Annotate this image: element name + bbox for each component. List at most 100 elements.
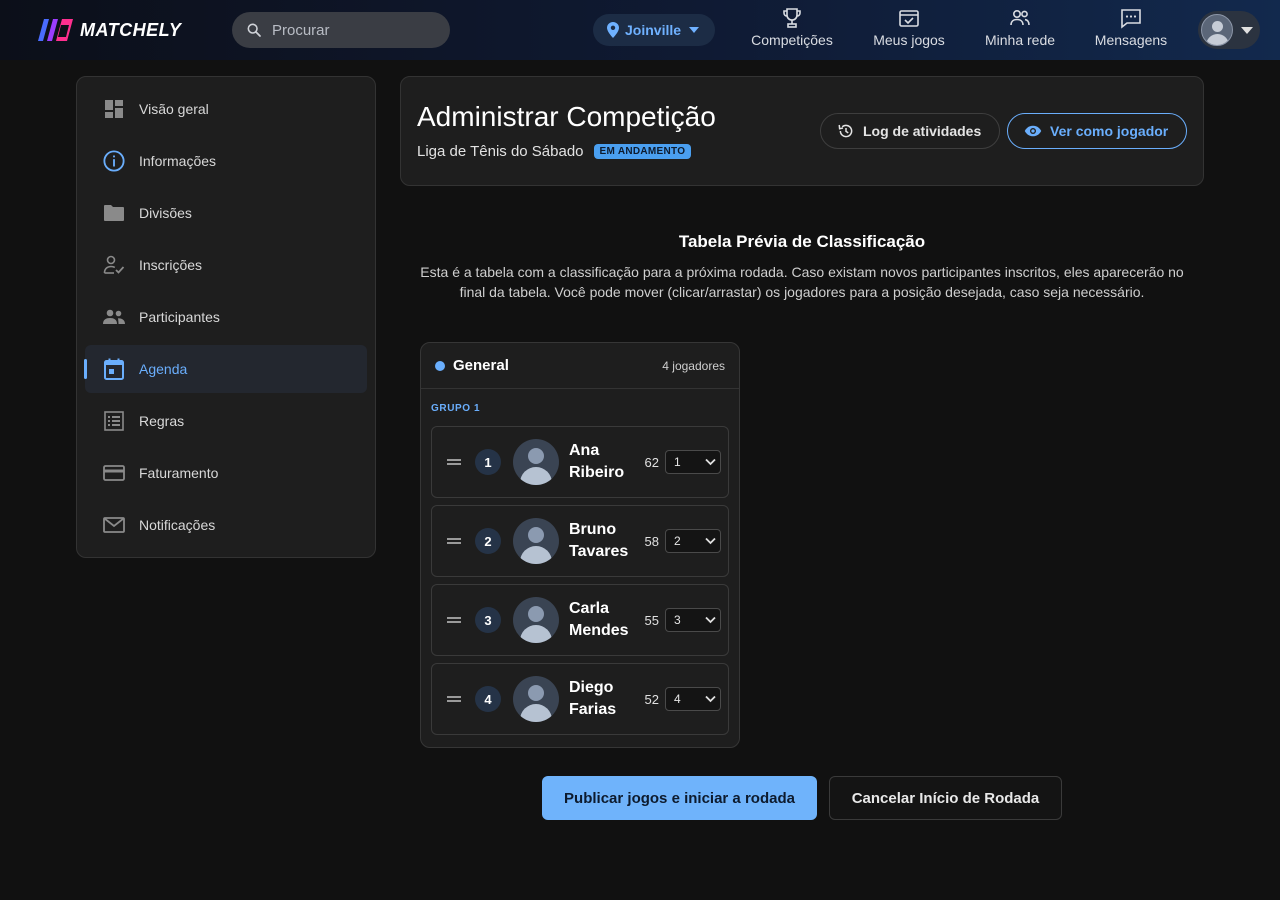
nav-competicoes[interactable]: Competições — [751, 6, 833, 56]
sidebar-item-agenda[interactable]: Agenda — [84, 345, 367, 393]
player-last-name: Farias — [569, 701, 617, 718]
sidebar-item-label: Visão geral — [139, 101, 209, 117]
sidebar-item-inscricoes[interactable]: Inscrições — [85, 241, 367, 289]
player-row[interactable]: 2 Bruno Tavares 58 2 — [431, 505, 729, 577]
sidebar-item-label: Faturamento — [139, 465, 219, 481]
player-score: 55 — [644, 612, 659, 628]
list-icon — [103, 410, 125, 432]
position-select[interactable]: 3 — [665, 608, 721, 632]
position-select[interactable]: 4 — [665, 687, 721, 711]
player-first-name: Diego — [569, 679, 614, 696]
view-as-player-button[interactable]: Ver como jogador — [1007, 113, 1187, 149]
player-avatar — [513, 439, 559, 485]
city-label: Joinville — [625, 22, 682, 38]
history-icon — [838, 124, 853, 138]
view-as-player-label: Ver como jogador — [1050, 123, 1169, 139]
drag-handle-icon[interactable] — [447, 617, 461, 623]
eye-icon — [1024, 125, 1042, 137]
drag-handle-icon[interactable] — [447, 696, 461, 702]
chevron-down-icon — [705, 695, 716, 703]
group-header: General 4 jogadores — [421, 343, 739, 389]
info-icon — [103, 150, 125, 172]
avatar — [1201, 14, 1233, 46]
people-icon — [103, 306, 125, 328]
chevron-down-icon — [705, 537, 716, 545]
user-menu[interactable] — [1198, 11, 1260, 49]
search-box[interactable] — [232, 12, 450, 48]
sidebar-item-label: Divisões — [139, 205, 192, 221]
competition-name: Liga de Tênis do Sábado — [417, 143, 584, 160]
position-badge: 2 — [475, 528, 501, 554]
person-check-icon — [103, 254, 125, 276]
status-badge: EM ANDAMENTO — [593, 144, 692, 159]
calendar-check-icon — [899, 10, 919, 27]
player-name: Ana Ribeiro — [569, 440, 635, 484]
group-card: General 4 jogadores GRUPO 1 1 Ana Ribeir… — [420, 342, 740, 748]
drag-handle-icon[interactable] — [447, 459, 461, 465]
sidebar-item-faturamento[interactable]: Faturamento — [85, 449, 367, 497]
publish-button[interactable]: Publicar jogos e iniciar a rodada — [542, 776, 817, 820]
trophy-icon — [783, 8, 801, 28]
group-name: General — [453, 357, 509, 374]
competition-header: Administrar Competição Liga de Tênis do … — [400, 76, 1204, 186]
top-bar: MATCHELY Joinville Competições Meus jogo… — [0, 0, 1280, 60]
sidebar-item-regras[interactable]: Regras — [85, 397, 367, 445]
nav-mensagens[interactable]: Mensagens — [1094, 6, 1168, 56]
chevron-down-icon — [705, 616, 716, 624]
credit-card-icon — [103, 462, 125, 484]
player-score: 58 — [644, 533, 659, 549]
sidebar-item-visao-geral[interactable]: Visão geral — [85, 85, 367, 133]
sidebar-item-label: Informações — [139, 153, 217, 169]
cancel-round-button[interactable]: Cancelar Início de Rodada — [829, 776, 1062, 820]
people-icon — [1010, 10, 1030, 26]
activity-log-button[interactable]: Log de atividades — [820, 113, 1000, 149]
subtitle-row: Liga de Tênis do Sábado EM ANDAMENTO — [417, 143, 692, 160]
position-badge: 4 — [475, 686, 501, 712]
city-selector[interactable]: Joinville — [593, 14, 715, 46]
location-pin-icon — [607, 22, 619, 38]
logo-text: MATCHELY — [80, 19, 182, 40]
position-select-value: 4 — [674, 692, 681, 706]
chevron-down-icon — [689, 27, 700, 33]
sidebar-item-notificacoes[interactable]: Notificações — [85, 501, 367, 549]
player-avatar — [513, 518, 559, 564]
player-first-name: Carla — [569, 600, 610, 617]
position-select-value: 3 — [674, 613, 681, 627]
player-last-name: Tavares — [569, 543, 629, 560]
player-last-name: Ribeiro — [569, 464, 625, 481]
sidebar-item-informacoes[interactable]: Informações — [85, 137, 367, 185]
player-name: Carla Mendes — [569, 598, 635, 642]
position-select[interactable]: 2 — [665, 529, 721, 553]
sidebar-item-label: Notificações — [139, 517, 216, 533]
nav-label: Competições — [751, 32, 833, 48]
logo[interactable]: MATCHELY — [36, 16, 181, 44]
sidebar-item-label: Agenda — [139, 361, 188, 377]
player-row[interactable]: 1 Ana Ribeiro 62 1 — [431, 426, 729, 498]
group-dot — [435, 360, 445, 371]
sidebar: Visão geral Informações Divisões Inscriç… — [76, 76, 376, 558]
sidebar-item-label: Regras — [139, 413, 185, 429]
nav-minha-rede[interactable]: Minha rede — [984, 6, 1056, 56]
player-first-name: Ana — [569, 442, 600, 459]
player-first-name: Bruno — [569, 521, 617, 538]
preview-description: Esta é a tabela com a classificação para… — [420, 264, 1184, 300]
player-row[interactable]: 4 Diego Farias 52 4 — [431, 663, 729, 735]
folder-icon — [103, 202, 125, 224]
nav-meus-jogos[interactable]: Meus jogos — [872, 6, 946, 56]
player-name: Diego Farias — [569, 677, 635, 721]
position-badge: 1 — [475, 449, 501, 475]
search-input[interactable] — [272, 21, 432, 39]
nav-label: Mensagens — [1094, 32, 1168, 48]
calendar-icon — [103, 358, 125, 380]
activity-log-label: Log de atividades — [863, 123, 982, 139]
drag-handle-icon[interactable] — [447, 538, 461, 544]
mail-icon — [103, 514, 125, 536]
player-row[interactable]: 3 Carla Mendes 55 3 — [431, 584, 729, 656]
preview-title: Tabela Prévia de Classificação — [678, 232, 926, 251]
sidebar-item-participantes[interactable]: Participantes — [85, 293, 367, 341]
player-score: 62 — [644, 454, 659, 470]
position-select-value: 2 — [674, 534, 681, 548]
player-avatar — [513, 597, 559, 643]
sidebar-item-divisoes[interactable]: Divisões — [85, 189, 367, 237]
position-select[interactable]: 1 — [665, 450, 721, 474]
